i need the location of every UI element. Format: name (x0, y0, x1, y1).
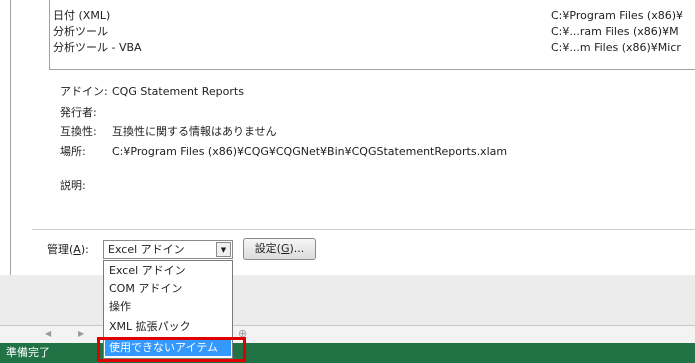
addins-dialog-panel: 日付 (XML) C:¥Program Files (x86)¥ 分析ツール C… (0, 0, 695, 275)
manage-select[interactable]: Excel アドイン ▼ (103, 240, 233, 259)
addin-path: C:¥...m Files (x86)¥Micr (551, 41, 681, 54)
annotation-highlight-box (97, 337, 246, 362)
addin-list: 日付 (XML) C:¥Program Files (x86)¥ 分析ツール C… (49, 0, 695, 70)
addin-path: C:¥Program Files (x86)¥ (551, 9, 684, 22)
location-value: C:¥Program Files (x86)¥CQG¥CQGNet¥Bin¥CQ… (112, 145, 508, 158)
status-text: 準備完了 (6, 346, 50, 359)
addin-name: 分析ツール - VBA (53, 41, 142, 54)
scroll-left-icon[interactable]: ◀ (45, 329, 51, 338)
addin-label: アドイン: (60, 85, 108, 98)
manage-select-value: Excel アドイン (108, 243, 185, 256)
manage-label: 管理(A): (47, 243, 89, 256)
compatibility-value: 互換性に関する情報はありません (112, 125, 277, 138)
dropdown-option[interactable]: COM アドイン (105, 281, 231, 297)
chevron-down-icon[interactable]: ▼ (216, 242, 231, 257)
dropdown-option[interactable]: Excel アドイン (105, 263, 231, 279)
description-label: 説明: (60, 179, 86, 192)
dropdown-option[interactable]: XML 拡張パック (105, 319, 231, 335)
location-label: 場所: (60, 145, 86, 158)
publisher-label: 発行者: (60, 106, 97, 119)
addin-list-row[interactable]: 分析ツール C:¥...ram Files (x86)¥M (50, 24, 695, 40)
addin-name: 分析ツール (53, 25, 108, 38)
compatibility-label: 互換性: (60, 125, 97, 138)
divider (32, 229, 695, 230)
addin-list-row[interactable]: 日付 (XML) C:¥Program Files (x86)¥ (50, 8, 695, 24)
addin-list-row[interactable]: 分析ツール - VBA C:¥...m Files (x86)¥Micr (50, 40, 695, 56)
dropdown-option[interactable]: 操作 (105, 299, 231, 315)
addin-path: C:¥...ram Files (x86)¥M (551, 25, 679, 38)
addin-value: CQG Statement Reports (112, 85, 244, 98)
addin-name: 日付 (XML) (53, 9, 111, 22)
panel-left-border (10, 0, 11, 275)
scroll-right-icon[interactable]: ▶ (78, 329, 84, 338)
go-button[interactable]: 設定(G)... (243, 238, 316, 260)
